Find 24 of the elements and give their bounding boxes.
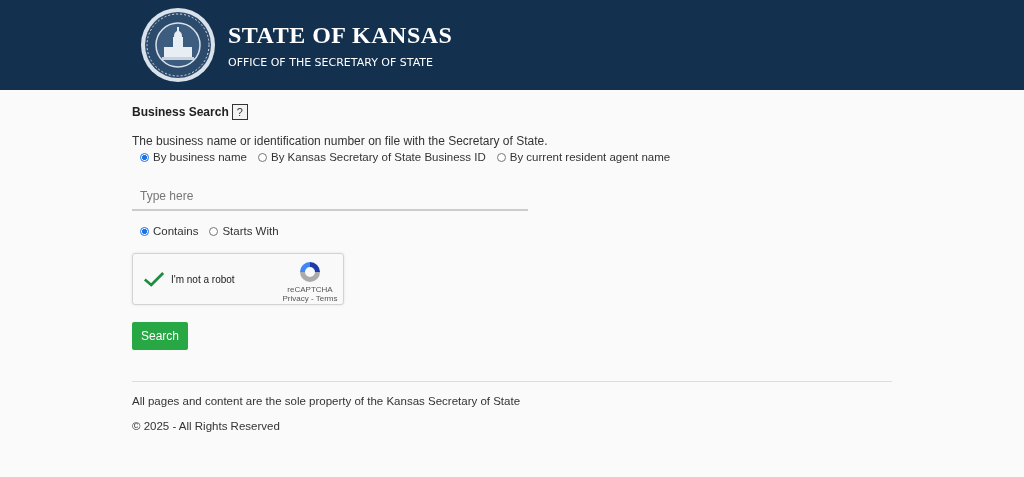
radio-button[interactable] bbox=[140, 226, 149, 236]
help-button[interactable]: ? bbox=[231, 104, 248, 120]
description-text: The business name or identification number on file with the Secretary of State. bbox=[132, 134, 549, 148]
captcha-links[interactable]: Privacy - Terms bbox=[282, 293, 338, 303]
radio-button[interactable] bbox=[257, 152, 267, 162]
checkmark-icon[interactable] bbox=[143, 270, 165, 288]
radio-label[interactable]: By business name bbox=[153, 151, 247, 163]
site-subtitle: OFFICE OF THE SECRETARY OF STATE bbox=[228, 55, 435, 69]
captcha-label: I'm not a robot bbox=[171, 273, 236, 285]
state-seal-icon bbox=[140, 7, 216, 83]
section-heading: Business Search bbox=[132, 105, 229, 119]
radio-button[interactable] bbox=[140, 152, 149, 162]
radio-button[interactable] bbox=[496, 152, 506, 162]
site-title: STATE OF KANSAS bbox=[228, 21, 453, 49]
search-field[interactable]: Type here bbox=[132, 181, 528, 211]
radio-label[interactable]: Contains bbox=[153, 225, 199, 237]
radio-label[interactable]: By Kansas Secretary of State Business ID bbox=[270, 151, 486, 163]
captcha-brand: reCAPTCHA bbox=[287, 284, 333, 294]
radio-label[interactable]: By current resident agent name bbox=[509, 151, 671, 163]
copyright-text: © 2025 - All Rights Reserved bbox=[132, 420, 281, 432]
recaptcha-logo-icon bbox=[298, 259, 322, 284]
footer-notice: All pages and content are the sole property of the Kansas Secretary of State bbox=[132, 395, 522, 407]
radio-button[interactable] bbox=[209, 226, 219, 236]
radio-label[interactable]: Starts With bbox=[222, 225, 279, 237]
